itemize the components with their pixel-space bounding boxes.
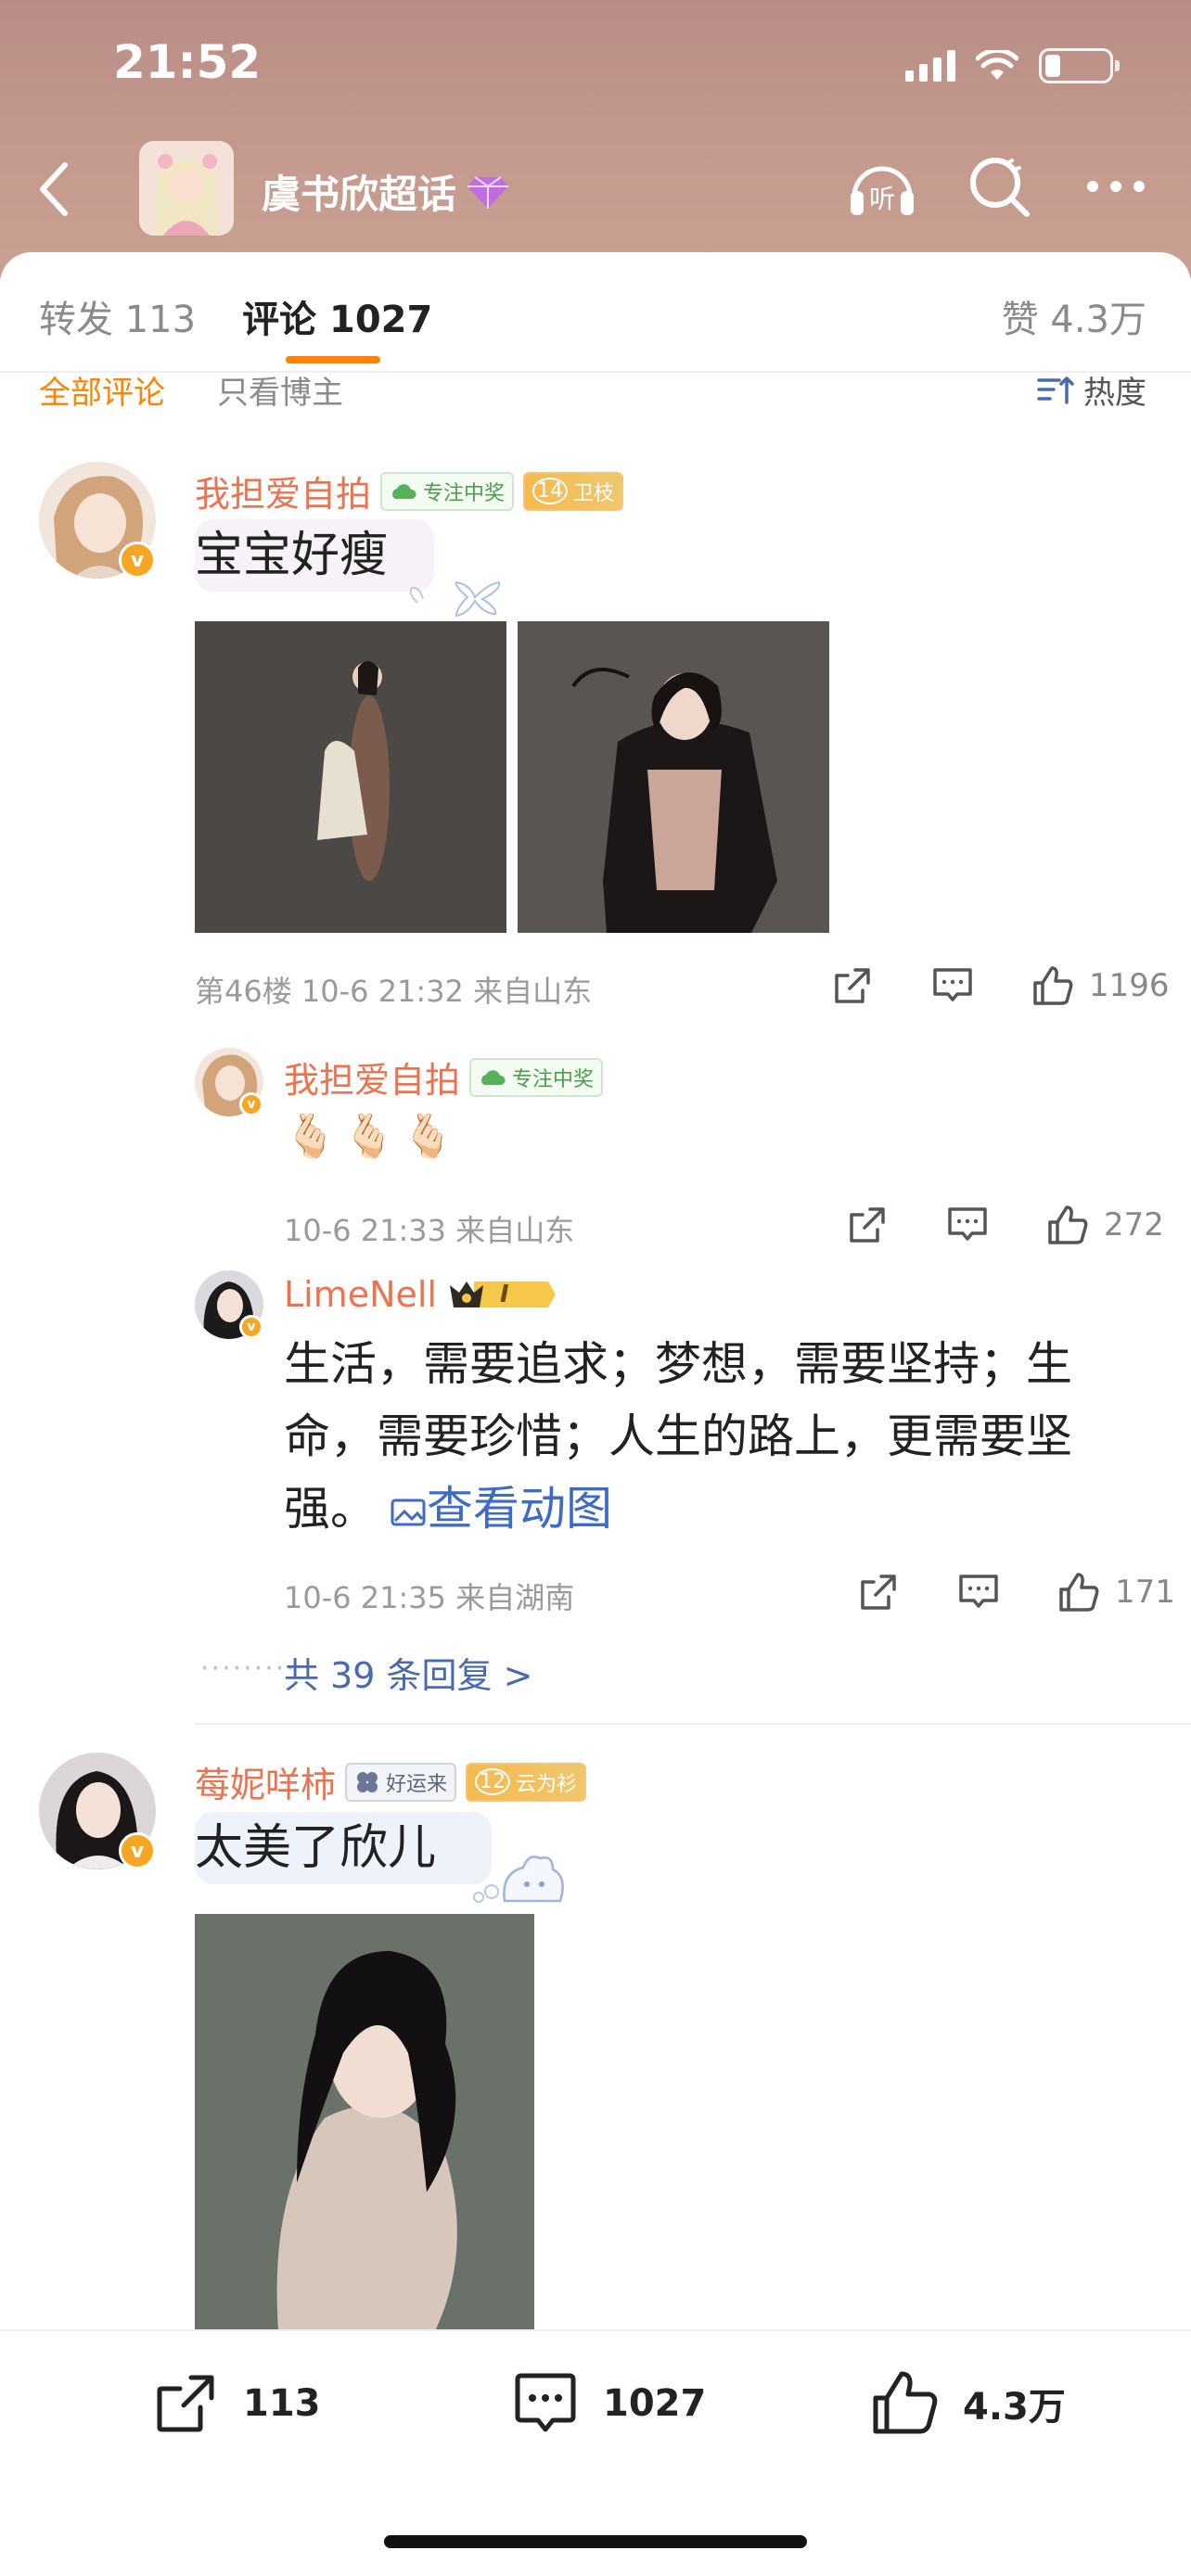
tab-reposts[interactable]: 转发 113	[39, 289, 196, 343]
signal-icon	[905, 50, 955, 82]
sort-button[interactable]: 热度	[1037, 367, 1146, 413]
status-time: 21:52	[113, 35, 262, 89]
reply-username[interactable]: LimeNell I	[284, 1274, 557, 1315]
comment-filters: 全部评论 只看博主	[39, 367, 343, 413]
comment-actions: 1196	[829, 963, 1170, 1009]
verified-badge: v	[119, 542, 156, 579]
fan-tag: 专注中奖	[469, 1057, 604, 1097]
more-replies-link[interactable]: 共 39 条回复 >	[284, 1647, 532, 1698]
like-count: 171	[1115, 1574, 1175, 1611]
level-number: 12	[475, 1768, 511, 1795]
reply-text: 🫰🏻🫰🏻🫰🏻	[284, 1111, 460, 1161]
level-number: 14	[532, 478, 569, 504]
cloud-icon	[481, 1069, 506, 1085]
member-crown-badge: I	[446, 1276, 557, 1313]
topic-avatar[interactable]	[139, 141, 234, 236]
share-icon[interactable]	[829, 963, 876, 1009]
filter-all-comments[interactable]: 全部评论	[39, 367, 165, 413]
fan-tag: 专注中奖	[380, 471, 515, 511]
more-icon	[1087, 181, 1145, 192]
cloud-icon	[392, 483, 416, 499]
super-topic-level-tag: 14 卫枝	[523, 471, 624, 511]
listen-button[interactable]: 听	[844, 148, 920, 224]
verified-badge: v	[119, 1832, 156, 1869]
filter-only-op[interactable]: 只看博主	[217, 367, 343, 413]
image-icon	[391, 1498, 426, 1525]
wifi-icon	[976, 50, 1018, 80]
repost-icon	[157, 2375, 214, 2432]
username-text: 我担爱自拍	[284, 1060, 461, 1101]
bow-decoration-icon	[409, 580, 501, 618]
headphone-icon: 听	[851, 166, 914, 215]
comment-photo[interactable]	[195, 1914, 534, 2329]
comment-text: 太美了欣儿	[195, 1812, 493, 1884]
active-tab-indicator	[286, 356, 380, 363]
reply-icon[interactable]	[944, 1202, 991, 1248]
search-button[interactable]	[961, 148, 1037, 224]
clover-icon	[357, 1771, 378, 1792]
reply-thread-dots: ·········	[200, 1652, 297, 1685]
svg-text:听: 听	[869, 184, 895, 214]
more-button[interactable]	[1078, 148, 1154, 224]
like-icon[interactable]	[1056, 1569, 1102, 1615]
like-icon[interactable]	[1030, 963, 1076, 1009]
search-icon	[970, 158, 1030, 217]
comment-divider	[195, 1723, 1191, 1725]
reply-username[interactable]: 我担爱自拍 专注中奖	[284, 1052, 604, 1103]
comment-meta: 第46楼 10-6 21:32 来自山东	[195, 974, 593, 1009]
like-count: 4.3万	[963, 2386, 1066, 2429]
nav-actions: 听	[844, 148, 1154, 224]
comment-photo-1[interactable]	[195, 621, 506, 933]
fan-tag: 好运来	[345, 1762, 457, 1802]
comment-button[interactable]: 1027	[508, 2366, 706, 2441]
comment-username[interactable]: 莓妮咩柿 好运来 12 云为衫	[195, 1756, 587, 1807]
repost-button[interactable]: 113	[148, 2366, 321, 2441]
view-gif-link[interactable]: 查看动图	[427, 1482, 612, 1536]
reply-icon[interactable]	[955, 1569, 1002, 1615]
topic-avatar-image	[139, 141, 234, 236]
username-text: LimeNell	[284, 1274, 438, 1315]
back-icon[interactable]	[28, 156, 83, 223]
status-icons	[905, 48, 1120, 83]
comment-count: 1027	[603, 2382, 707, 2425]
like-icon[interactable]	[1044, 1202, 1091, 1248]
battery-icon	[1039, 48, 1120, 83]
username-text: 我担爱自拍	[195, 474, 372, 515]
like-icon	[873, 2371, 938, 2434]
comment-photo-2[interactable]	[518, 621, 829, 933]
tab-comments[interactable]: 评论 1027	[242, 289, 432, 343]
reply-actions: 171	[855, 1569, 1175, 1615]
share-icon[interactable]	[855, 1569, 902, 1615]
photo-2-image	[518, 621, 829, 933]
sort-icon	[1037, 376, 1074, 404]
super-topic-level-tag: 12 云为衫	[466, 1762, 587, 1802]
tab-bar: 转发 113 评论 1027	[39, 289, 432, 343]
bubble-mascot-decoration-icon	[473, 1855, 564, 1903]
verified-badge: v	[239, 1315, 263, 1339]
comment-icon	[515, 2373, 576, 2432]
reply-actions: 272	[844, 1202, 1164, 1248]
photo-1-image	[195, 621, 506, 933]
home-indicator	[384, 2535, 807, 2548]
comment-username[interactable]: 我担爱自拍 专注中奖 14 卫枝	[195, 465, 624, 516]
username-text: 莓妮咩柿	[195, 1765, 337, 1805]
like-count: 1196	[1089, 967, 1170, 1004]
repost-count: 113	[243, 2382, 321, 2425]
member-rank: I	[500, 1281, 509, 1308]
diamond-icon	[467, 175, 509, 209]
like-button[interactable]: 4.3万	[868, 2366, 1066, 2441]
reply-icon[interactable]	[929, 963, 976, 1009]
photo-image	[195, 1914, 534, 2329]
page-title: 虞书欣超话	[262, 163, 510, 220]
like-count: 272	[1104, 1206, 1164, 1243]
verified-badge: v	[239, 1092, 263, 1116]
reply-text: 生活，需要追求；梦想，需要坚持；生命，需要珍惜；人生的路上，更需要坚强。 查看动图	[284, 1328, 1137, 1545]
topic-title: 虞书欣超话	[262, 172, 457, 217]
tab-likes[interactable]: 赞 4.3万	[1002, 289, 1146, 343]
share-icon[interactable]	[844, 1202, 890, 1248]
reply-meta: 10-6 21:33 来自山东	[284, 1213, 575, 1248]
sort-label: 热度	[1083, 375, 1146, 412]
reply-meta: 10-6 21:35 来自湖南	[284, 1580, 575, 1615]
